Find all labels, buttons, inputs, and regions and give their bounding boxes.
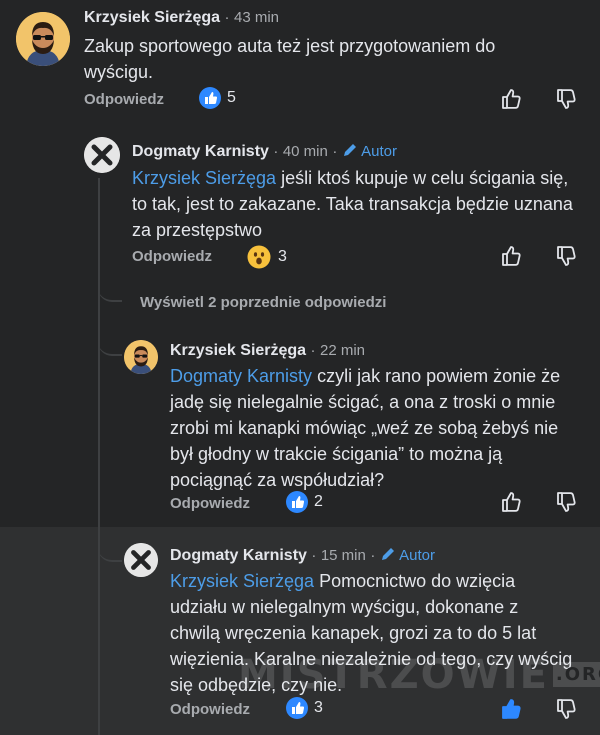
x-logo-avatar-icon xyxy=(124,543,158,577)
reaction-summary[interactable]: 3 xyxy=(247,245,287,269)
author-badge-label: Autor xyxy=(361,143,397,160)
comment-header: Dogmaty Karnisty · 15 min · Autor xyxy=(170,546,435,565)
comment-time: 43 min xyxy=(233,9,280,26)
comment-line: Krzysiek Sierżęga Pomocnictwo do wzięcia xyxy=(170,568,595,594)
comment-time: 40 min xyxy=(282,143,328,160)
comment-line: wyścigu. xyxy=(84,62,154,82)
comment-time: 22 min xyxy=(319,342,366,359)
comment-header: Krzysiek Sierżęga · 43 min xyxy=(84,9,279,27)
comment-author[interactable]: Krzysiek Sierżęga xyxy=(170,342,306,359)
mention-link[interactable]: Krzysiek Sierżęga xyxy=(170,571,314,591)
reply-button[interactable]: Odpowiedz xyxy=(132,248,212,265)
comment-line: Zakup sportowego auta też jest przygotow… xyxy=(84,36,496,56)
thumbs-up-icon[interactable] xyxy=(500,697,524,721)
avatar[interactable] xyxy=(84,137,120,173)
separator: · xyxy=(332,143,338,160)
reaction-count: 3 xyxy=(278,248,287,265)
reaction-count: 5 xyxy=(227,89,236,106)
comment-line: jadę się nielegalnie ścigać, a ona z tro… xyxy=(170,392,556,412)
comment-line-text: czyli jak rano powiem żonie że xyxy=(312,366,561,386)
reply-button[interactable]: Odpowiedz xyxy=(170,701,250,718)
comment-line-text: jeśli ktoś kupuje w celu ścigania się, xyxy=(276,168,569,188)
watermark-text: MISTRZOWIE xyxy=(238,652,549,698)
reaction-summary[interactable]: 3 xyxy=(286,697,323,719)
mention-link[interactable]: Dogmaty Karnisty xyxy=(170,366,312,386)
comment-line: to tak, jest to zakazane. Taka transakcj… xyxy=(132,194,573,214)
watermark-tld: .ORG xyxy=(552,662,600,687)
comment-body: Dogmaty Karnisty czyli jak rano powiem ż… xyxy=(170,363,595,493)
reaction-count: 2 xyxy=(314,493,323,510)
comment-author[interactable]: Dogmaty Karnisty xyxy=(170,547,307,564)
author-badge-label: Autor xyxy=(399,547,435,564)
bearded-man-avatar-icon xyxy=(16,12,70,66)
separator: · xyxy=(224,9,230,26)
like-reaction-icon xyxy=(286,697,308,719)
author-badge: Autor xyxy=(342,143,397,160)
comment-line: zrobi mi kanapki mówiąc „weź ze sobą żeb… xyxy=(170,418,559,438)
reply-button[interactable]: Odpowiedz xyxy=(170,495,250,512)
view-previous-replies-link[interactable]: Wyświetl 2 poprzednie odpowiedzi xyxy=(140,294,386,311)
comment-line: Dogmaty Karnisty czyli jak rano powiem ż… xyxy=(170,363,595,389)
avatar[interactable] xyxy=(124,340,158,374)
avatar[interactable] xyxy=(124,543,158,577)
separator: · xyxy=(311,547,317,564)
thumbs-down-icon[interactable] xyxy=(555,244,579,268)
reply-button[interactable]: Odpowiedz xyxy=(84,91,164,108)
comment-line-text: Pomocnictwo do wzięcia xyxy=(314,571,516,591)
like-reaction-icon xyxy=(286,491,308,513)
reaction-summary[interactable]: 2 xyxy=(286,491,323,513)
pencil-icon xyxy=(343,144,356,156)
comment-body: Krzysiek Sierżęga jeśli ktoś kupuje w ce… xyxy=(132,165,592,243)
separator: · xyxy=(310,342,316,359)
bearded-man-avatar-icon xyxy=(124,340,158,374)
like-reaction-icon xyxy=(199,87,221,109)
comment-author[interactable]: Krzysiek Sierżęga xyxy=(84,9,220,26)
comment-line: chwilą wręczenia kanapek, grozi za to do… xyxy=(170,623,537,643)
comment-line: był głodny w trakcie ścigania” to można … xyxy=(170,444,503,464)
thumbs-up-icon[interactable] xyxy=(500,244,524,268)
thumbs-down-icon[interactable] xyxy=(555,490,579,514)
x-logo-avatar-icon xyxy=(84,137,120,173)
comment-header: Dogmaty Karnisty · 40 min · Autor xyxy=(132,142,397,161)
avatar[interactable] xyxy=(16,12,70,66)
thumbs-up-icon[interactable] xyxy=(500,490,524,514)
watermark: MISTRZOWIE.ORG xyxy=(238,652,600,698)
author-badge: Autor xyxy=(380,547,435,564)
separator: · xyxy=(273,143,279,160)
reaction-summary[interactable]: 5 xyxy=(199,87,236,109)
comment-line: udziału w nielegalnym wyścigu, dokonane … xyxy=(170,597,519,617)
wow-emoji-icon xyxy=(247,245,271,269)
thread-curve-reply-1 xyxy=(98,332,122,356)
comment-time: 15 min xyxy=(320,547,366,564)
comment-line: za przestępstwo xyxy=(132,220,263,240)
reaction-count: 3 xyxy=(314,699,323,716)
thread-line-main xyxy=(98,178,100,735)
thumbs-down-icon[interactable] xyxy=(555,87,579,111)
comment-body: Zakup sportowego auta też jest przygotow… xyxy=(84,33,584,85)
mention-link[interactable]: Krzysiek Sierżęga xyxy=(132,168,276,188)
separator: · xyxy=(370,547,376,564)
thumbs-up-icon[interactable] xyxy=(500,87,524,111)
thread-curve-view-previous xyxy=(98,280,122,302)
comment-header: Krzysiek Sierżęga · 22 min xyxy=(170,342,365,360)
pencil-icon xyxy=(381,548,394,560)
comment-author[interactable]: Dogmaty Karnisty xyxy=(132,143,269,160)
comment-line: Krzysiek Sierżęga jeśli ktoś kupuje w ce… xyxy=(132,165,592,191)
comment-line: pociągnąć za współudział? xyxy=(170,470,385,490)
thumbs-down-icon[interactable] xyxy=(555,697,579,721)
